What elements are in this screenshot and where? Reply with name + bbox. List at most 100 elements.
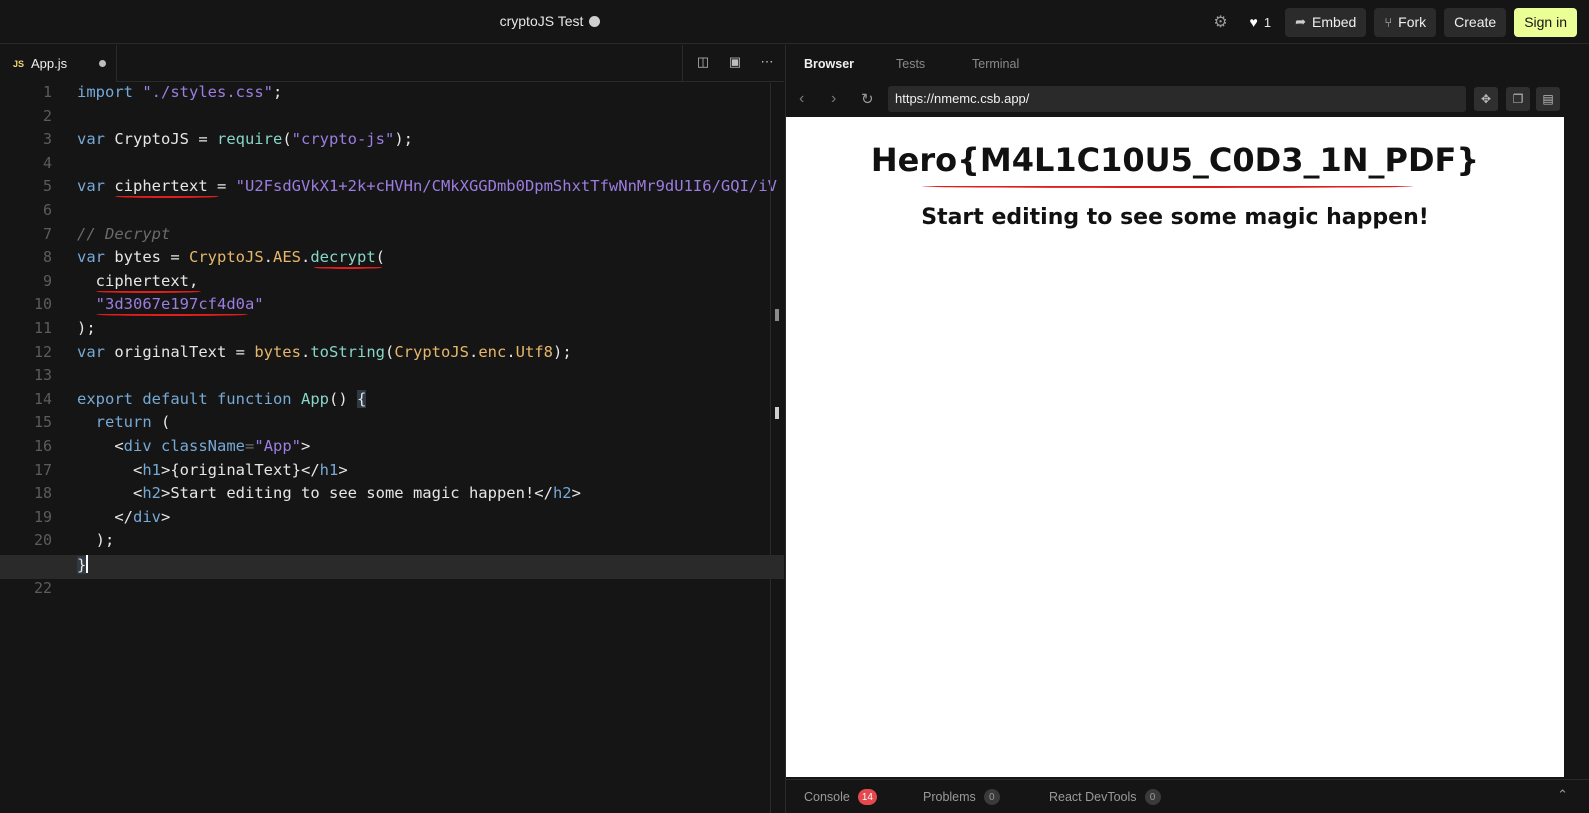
code-line: <h1>{originalText}</h1> (77, 460, 348, 479)
identifier: ciphertext = (105, 177, 236, 196)
line-number: 22 (33, 578, 52, 597)
line-number: 13 (33, 366, 52, 385)
top-actions: ⚙ ♥ 1 ➦ Embed ⑂ Fork Create Sign in (1206, 7, 1577, 37)
jsx-tag: div (123, 437, 152, 455)
embed-label: Embed (1311, 14, 1357, 30)
tab-browser[interactable]: Browser (804, 57, 854, 71)
keyword: return (95, 413, 152, 432)
identifier: originalText = (105, 342, 255, 361)
more-icon[interactable]: ⋯ (758, 54, 776, 70)
sign-in-button[interactable]: Sign in (1514, 7, 1577, 37)
tab-app-js[interactable]: JS App.js (0, 45, 117, 82)
string: "./styles.css" (142, 83, 273, 101)
keyword: export default function (77, 389, 292, 408)
preview-icon[interactable]: ▣ (726, 54, 744, 70)
open-window-icon[interactable]: ❐ (1506, 87, 1530, 111)
tab-terminal[interactable]: Terminal (972, 57, 1019, 71)
keyword: var (77, 130, 105, 149)
editor-scrollbar[interactable] (770, 83, 784, 813)
likes-count: 1 (1263, 14, 1272, 30)
method-name: toString (310, 342, 385, 361)
line-number: 6 (42, 201, 52, 219)
jsx-text: {originalText} (170, 460, 301, 479)
jsx-text: Start editing to see some magic happen! (170, 484, 535, 503)
jsx-attribute: className (161, 437, 246, 455)
string: "3d3067e197cf4d0a" (95, 295, 264, 314)
preview-frame[interactable]: Hero{M4L1C10U5_C0D3_1N_PDF} Start editin… (786, 117, 1564, 777)
chevron-up-icon[interactable]: ⌃ (1557, 787, 1568, 803)
like-button[interactable]: ♥ 1 (1244, 14, 1278, 30)
devtools-icon[interactable]: ✥ (1474, 87, 1498, 111)
line-number: 2 (42, 106, 52, 125)
tab-console[interactable]: Console 14 (804, 789, 877, 805)
tab-problems[interactable]: Problems 0 (923, 789, 1000, 805)
tab-label: Problems (923, 790, 976, 804)
code-line: // Decrypt (0, 225, 784, 249)
devtools-count-badge: 0 (1144, 789, 1161, 805)
object-name: AES (273, 248, 301, 267)
identifier: ciphertext, (77, 271, 199, 290)
annotation-underline (115, 195, 219, 198)
string: "crypto-js" (291, 130, 395, 149)
split-view-icon[interactable]: ◫ (694, 54, 712, 70)
browser-nav-bar: ‹ › ↻ https://nmemc.csb.app/ ✥ ❐ ▤ (786, 85, 1589, 115)
punctuation: ); (77, 531, 115, 550)
code-line: var ciphertext = "U2FsdGVkX1+2k+cHVHn/CM… (0, 177, 784, 201)
tab-label: App.js (31, 56, 68, 71)
jsx-tag: h2 (552, 484, 572, 503)
scroll-marker (775, 407, 779, 419)
sign-in-label: Sign in (1524, 14, 1567, 30)
identifier: CryptoJS = (105, 130, 217, 149)
back-icon[interactable]: ‹ (799, 90, 804, 108)
refresh-icon[interactable]: ↻ (861, 90, 874, 108)
annotation-underline (314, 266, 382, 269)
js-file-icon: JS (13, 58, 25, 69)
top-bar: cryptoJS Test ⚙ ♥ 1 ➦ Embed ⑂ Fork Creat… (0, 0, 1589, 44)
gear-icon[interactable]: ⚙ (1206, 7, 1236, 37)
object-name: CryptoJS (189, 248, 264, 267)
string: "U2FsdGVkX1+2k+cHVHn/CMkXGGDmb0DpmShxtTf… (235, 177, 777, 196)
object-name: enc (478, 342, 507, 361)
annotation-underline (96, 313, 248, 316)
share-icon: ➦ (1295, 14, 1306, 29)
unsaved-dot-icon[interactable] (99, 60, 106, 67)
fork-icon: ⑂ (1384, 14, 1393, 30)
tab-tests[interactable]: Tests (896, 57, 925, 71)
scroll-marker (775, 309, 779, 321)
annotation-underline (922, 185, 1413, 188)
editor-tab-bar: JS App.js ◫ ▣ ⋯ (0, 45, 784, 82)
punctuation: } (77, 556, 87, 574)
tab-react-devtools[interactable]: React DevTools 0 (1049, 789, 1161, 805)
code-line: var CryptoJS = require("crypto-js"); (77, 130, 413, 149)
function-name: require (216, 130, 283, 149)
keyword: var (77, 342, 105, 361)
copy-icon[interactable]: ▤ (1536, 87, 1560, 111)
code-line: import "./styles.css"; (77, 83, 283, 101)
url-input[interactable]: https://nmemc.csb.app/ (888, 86, 1466, 112)
keyword: var (77, 248, 105, 267)
problems-count-badge: 0 (983, 789, 1000, 805)
console-count-badge: 14 (857, 789, 877, 805)
jsx-tag: h1 (142, 460, 161, 479)
object-name: CryptoJS (394, 342, 469, 361)
object-name: Utf8 (515, 342, 553, 361)
code-area[interactable]: 12345678910111213141516171819202122 impo… (0, 83, 784, 813)
keyword: var (77, 177, 105, 196)
code-line: export default function App() { (77, 389, 367, 408)
preview-scrollbar[interactable] (1564, 117, 1589, 777)
sandbox-title[interactable]: cryptoJS Test (0, 13, 1100, 29)
punctuation: ); (77, 319, 96, 337)
forward-icon[interactable]: › (831, 90, 836, 108)
code-line: ); (0, 319, 784, 343)
code-line: <div className="App"> (77, 437, 311, 455)
embed-button[interactable]: ➦ Embed (1285, 7, 1367, 37)
identifier: bytes = (105, 248, 189, 267)
create-label: Create (1454, 14, 1497, 30)
comment: // Decrypt (77, 224, 171, 243)
code-line: var bytes = CryptoJS.AES.decrypt( (77, 248, 386, 267)
create-button[interactable]: Create (1444, 7, 1507, 37)
jsx-tag: div (133, 507, 161, 526)
devtools-bar: Console 14 Problems 0 React DevTools 0 ⌃ (786, 779, 1589, 813)
tab-label: Console (804, 790, 850, 804)
fork-button[interactable]: ⑂ Fork (1374, 7, 1437, 37)
